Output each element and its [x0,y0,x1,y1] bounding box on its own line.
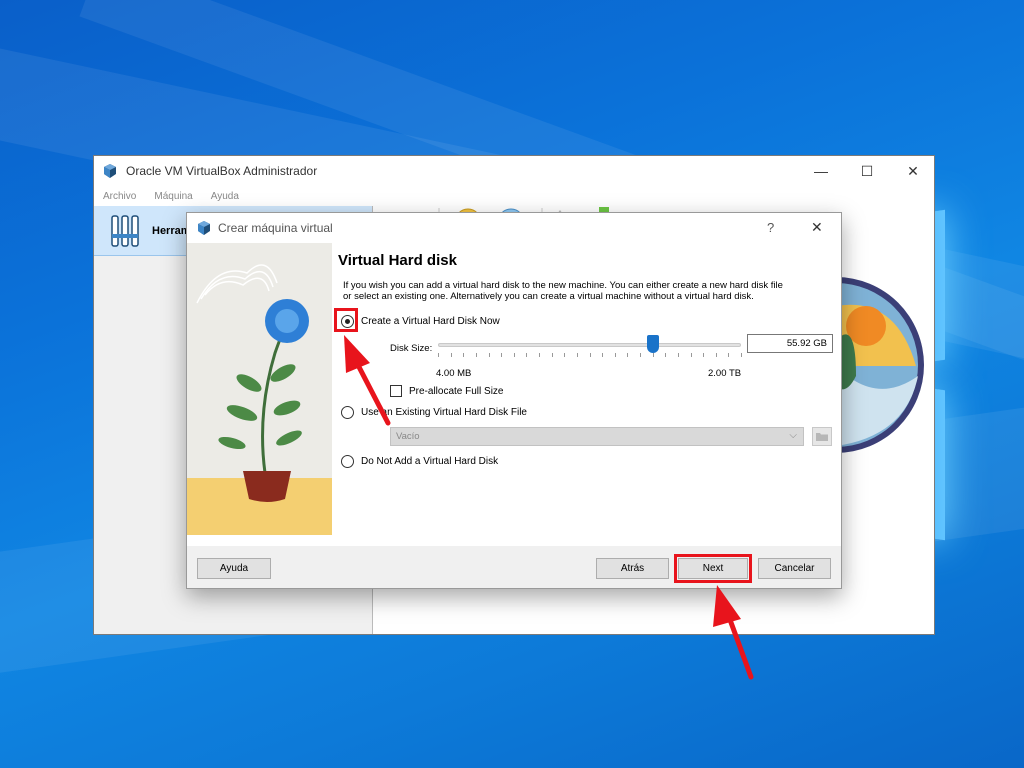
close-button[interactable]: ✕ [890,156,936,186]
slider-tick [451,353,452,357]
existing-disk-select: Vacío ⌵ [390,427,804,446]
slider-tick [564,353,565,357]
slider-tick [539,353,540,357]
dialog-close-button[interactable]: ✕ [811,219,823,236]
virtualbox-icon [198,221,210,235]
existing-disk-radio[interactable] [341,406,354,419]
dialog-title: Crear máquina virtual [218,221,333,235]
slider-thumb[interactable] [647,335,660,353]
preallocate-checkbox[interactable] [390,385,402,397]
slider-tick [716,353,717,357]
page-description: If you wish you can add a virtual hard d… [343,280,783,302]
disk-size-slider[interactable] [438,335,742,363]
create-vm-dialog: Crear máquina virtual ? ✕ Virtual Hard d… [186,212,842,589]
plant-illustration [187,243,332,535]
slider-tick [489,353,490,357]
existing-disk-label: Use an Existing Virtual Hard Disk File [361,407,527,418]
tools-label: Herram [152,224,191,237]
slider-track [438,343,741,347]
disk-size-label: Disk Size: [390,343,433,354]
slider-tick [514,353,515,357]
highlight-box-next [674,554,752,583]
choose-disk-file-button[interactable] [812,427,832,446]
option-existing-disk[interactable]: Use an Existing Virtual Hard Disk File [341,406,527,419]
slider-tick [691,353,692,357]
maximize-icon: ☐ [860,162,874,179]
page-heading: Virtual Hard disk [338,252,457,269]
menu-maquina[interactable]: Máquina [154,191,192,202]
slider-tick [463,353,464,357]
preallocate-option[interactable]: Pre-allocate Full Size [390,385,503,397]
maximize-button[interactable]: ☐ [844,156,890,186]
slider-tick [703,353,704,357]
slider-tick [577,353,578,357]
dialog-footer: Ayuda Atrás Next Cancelar [187,546,841,588]
slider-tick [501,353,502,357]
existing-disk-select-value: Vacío [396,431,420,442]
back-button[interactable]: Atrás [596,558,669,579]
highlight-box-radio [334,308,358,332]
slider-tick [526,353,527,357]
slider-tick [476,353,477,357]
preallocate-label: Pre-allocate Full Size [409,385,504,397]
main-titlebar: Oracle VM VirtualBox Administrador — ☐ ✕ [94,156,934,186]
option-create-disk[interactable]: Create a Virtual Hard Disk Now [341,315,500,328]
slider-tick [678,353,679,357]
dialog-content: Virtual Hard disk If you wish you can ad… [334,243,838,543]
slider-tick [728,353,729,357]
no-disk-label: Do Not Add a Virtual Hard Disk [361,456,499,467]
chevron-down-icon: ⌵ [789,430,797,441]
disk-size-input[interactable]: 55.92 GB [747,334,833,353]
menu-ayuda[interactable]: Ayuda [211,191,239,202]
slider-tick [590,353,591,357]
slider-tick [615,353,616,357]
dialog-body: Virtual Hard disk If you wish you can ad… [187,243,841,546]
option-no-disk[interactable]: Do Not Add a Virtual Hard Disk [341,455,498,468]
virtualbox-icon [104,164,116,178]
menu-archivo[interactable]: Archivo [103,191,136,202]
help-dialog-button[interactable]: Ayuda [197,558,271,579]
slider-tick [653,353,654,357]
no-disk-radio[interactable] [341,455,354,468]
help-button[interactable]: ? [767,220,774,235]
disk-size-max-label: 2.00 TB [708,368,742,379]
slider-tick [741,353,742,357]
slider-tick [627,353,628,357]
minimize-button[interactable]: — [798,156,844,186]
minimize-icon: — [814,163,828,179]
close-icon: ✕ [907,162,919,179]
slider-tick [640,353,641,357]
dialog-titlebar: Crear máquina virtual ? ✕ [187,213,841,243]
slider-tick [602,353,603,357]
welcome-illustration [836,277,924,453]
menubar: Archivo Máquina Ayuda [94,186,934,206]
create-disk-label: Create a Virtual Hard Disk Now [361,316,500,327]
slider-tick [665,353,666,357]
slider-tick [438,353,439,357]
tools-icon [111,214,139,247]
disk-size-min-label: 4.00 MB [436,368,472,379]
cancel-button[interactable]: Cancelar [758,558,831,579]
main-window-title: Oracle VM VirtualBox Administrador [126,164,318,178]
slider-tick [552,353,553,357]
